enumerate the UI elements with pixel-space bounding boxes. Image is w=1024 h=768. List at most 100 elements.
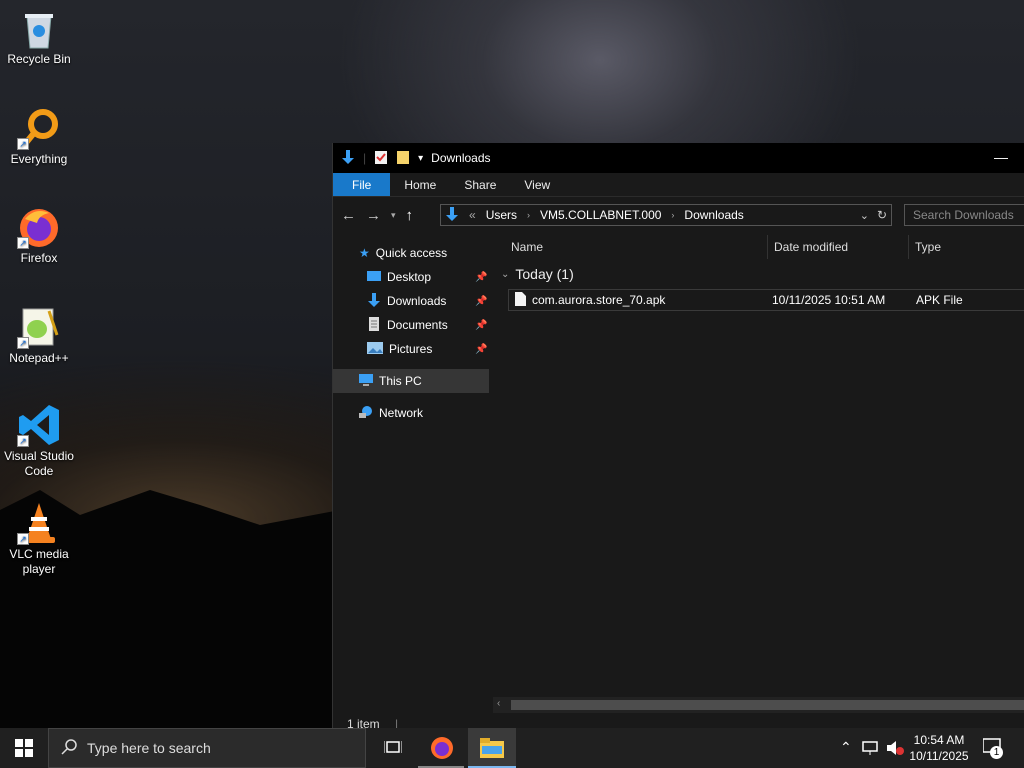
file-explorer-window: | ▾ Downloads — File Home Share View ← →… bbox=[332, 143, 1024, 733]
firefox-icon bbox=[430, 736, 454, 763]
show-hidden-icons-chevron-icon[interactable]: ⌃ bbox=[840, 739, 852, 756]
scroll-left-icon[interactable]: ‹ bbox=[497, 698, 500, 709]
pin-icon[interactable]: 📌 bbox=[475, 344, 487, 355]
properties-icon[interactable] bbox=[374, 149, 388, 168]
desktop-icon-vscode[interactable]: ↗ Visual Studio Code bbox=[0, 403, 78, 479]
volume-muted-icon[interactable] bbox=[886, 740, 904, 759]
separator: | bbox=[363, 151, 367, 165]
title-bar: | ▾ Downloads — bbox=[333, 143, 1024, 173]
navigation-pane: ★ Quick access Desktop 📌 Downloads 📌 Doc… bbox=[333, 235, 489, 723]
desktop-icon-label: Firefox bbox=[20, 251, 58, 265]
download-arrow-icon bbox=[341, 149, 355, 168]
taskbar-file-explorer-button[interactable] bbox=[468, 728, 516, 768]
folder-icon bbox=[480, 738, 504, 761]
sidebar-item-this-pc[interactable]: This PC bbox=[333, 369, 489, 393]
task-view-icon[interactable] bbox=[383, 739, 403, 760]
desktop-icon-recycle-bin[interactable]: Recycle Bin bbox=[0, 6, 78, 67]
desktop-folder-icon bbox=[367, 270, 381, 285]
sidebar-item-label: Downloads bbox=[387, 294, 447, 308]
star-icon: ★ bbox=[359, 246, 370, 260]
column-headers: Name Date modified Type bbox=[493, 235, 1024, 259]
taskbar-firefox-button[interactable] bbox=[418, 728, 464, 768]
sidebar-item-network[interactable]: Network bbox=[333, 401, 489, 425]
breadcrumb-downloads[interactable]: Downloads bbox=[684, 208, 743, 222]
network-status-icon[interactable] bbox=[862, 740, 880, 759]
desktop-icon-firefox[interactable]: ↗ Firefox bbox=[0, 205, 78, 266]
desktop-icon-vlc[interactable]: ↗ VLC media player bbox=[0, 501, 78, 577]
tab-view[interactable]: View bbox=[510, 173, 564, 196]
column-header-date[interactable]: Date modified bbox=[768, 240, 908, 254]
tab-home[interactable]: Home bbox=[390, 173, 450, 196]
desktop-icon-label: Everything bbox=[10, 152, 68, 166]
pin-icon[interactable]: 📌 bbox=[475, 320, 487, 331]
breadcrumb-separator-icon[interactable]: › bbox=[671, 210, 674, 220]
sidebar-item-label: Pictures bbox=[389, 342, 433, 356]
action-center-icon[interactable]: 1 bbox=[982, 738, 1003, 761]
column-header-name[interactable]: Name bbox=[493, 240, 767, 254]
tab-file[interactable]: File bbox=[333, 173, 391, 196]
new-folder-icon[interactable] bbox=[396, 149, 410, 168]
desktop-icon-everything[interactable]: ↗ Everything bbox=[0, 106, 78, 167]
taskbar-search-box[interactable]: Type here to search bbox=[48, 728, 366, 768]
search-icon bbox=[61, 738, 77, 758]
breadcrumb-separator-icon[interactable]: › bbox=[527, 210, 530, 220]
pictures-folder-icon bbox=[367, 341, 383, 357]
notepadpp-icon: ↗ bbox=[17, 305, 61, 349]
up-arrow-icon[interactable]: ↑ bbox=[406, 207, 414, 224]
vscode-icon: ↗ bbox=[17, 403, 61, 447]
windows-start-icon[interactable] bbox=[15, 739, 33, 760]
ribbon-tabs: File Home Share View bbox=[333, 173, 1024, 197]
group-header-today[interactable]: ⌄ Today (1) bbox=[493, 259, 1024, 289]
horizontal-scrollbar[interactable]: ‹ bbox=[493, 697, 1024, 713]
vlc-icon: ↗ bbox=[17, 501, 61, 545]
firefox-icon: ↗ bbox=[17, 205, 61, 249]
sidebar-item-label: This PC bbox=[379, 374, 422, 388]
sidebar-item-downloads[interactable]: Downloads 📌 bbox=[333, 289, 489, 313]
sidebar-item-desktop[interactable]: Desktop 📌 bbox=[333, 265, 489, 289]
breadcrumb-overflow[interactable]: « bbox=[469, 208, 476, 222]
address-bar[interactable]: « Users › VM5.COLLABNET.000 › Downloads … bbox=[440, 204, 892, 226]
search-input[interactable]: Search Downloads bbox=[904, 204, 1024, 226]
scrollbar-thumb[interactable] bbox=[511, 700, 1024, 710]
file-type: APK File bbox=[916, 293, 963, 307]
table-row[interactable]: com.aurora.store_70.apk 10/11/2025 10:51… bbox=[508, 289, 1024, 311]
computer-icon bbox=[359, 373, 373, 389]
sidebar-item-quick-access[interactable]: ★ Quick access bbox=[333, 241, 489, 265]
file-date: 10/11/2025 10:51 AM bbox=[772, 293, 886, 307]
shortcut-arrow-icon: ↗ bbox=[17, 533, 29, 545]
shortcut-arrow-icon: ↗ bbox=[17, 337, 29, 349]
collapse-chevron-icon[interactable]: ⌄ bbox=[501, 269, 509, 280]
sidebar-item-label: Network bbox=[379, 406, 424, 420]
column-header-type[interactable]: Type bbox=[909, 240, 941, 254]
file-icon bbox=[515, 291, 526, 309]
minimize-icon[interactable]: — bbox=[994, 149, 1008, 165]
taskbar: Type here to search ⌃ 10:54 AM 10/11/202… bbox=[0, 728, 1024, 768]
recent-locations-chevron-icon[interactable]: ▾ bbox=[391, 210, 396, 221]
notification-badge: 1 bbox=[990, 746, 1003, 759]
recycle-bin-icon bbox=[17, 6, 61, 50]
shortcut-arrow-icon: ↗ bbox=[17, 138, 29, 150]
clock-date: 10/11/2025 bbox=[909, 749, 969, 763]
sidebar-item-documents[interactable]: Documents 📌 bbox=[333, 313, 489, 337]
quick-access-toolbar-dropdown-icon[interactable]: ▾ bbox=[418, 153, 423, 164]
everything-icon: ↗ bbox=[17, 106, 61, 150]
desktop-icon-label: Recycle Bin bbox=[7, 52, 71, 66]
address-dropdown-icon[interactable]: ⌄ bbox=[860, 209, 869, 222]
tab-share[interactable]: Share bbox=[450, 173, 510, 196]
forward-arrow-icon[interactable]: → bbox=[366, 207, 381, 224]
downloads-folder-icon bbox=[367, 292, 381, 311]
breadcrumb-users[interactable]: Users bbox=[486, 208, 517, 222]
pin-icon[interactable]: 📌 bbox=[475, 296, 487, 307]
refresh-icon[interactable]: ↻ bbox=[877, 208, 887, 222]
sidebar-item-pictures[interactable]: Pictures 📌 bbox=[333, 337, 489, 361]
file-list: Name Date modified Type ⌄ Today (1) com.… bbox=[493, 235, 1024, 705]
desktop-icon-notepadpp[interactable]: ↗ Notepad++ bbox=[0, 305, 78, 366]
desktop-icon-label: VLC media player bbox=[9, 547, 69, 576]
network-icon bbox=[359, 405, 373, 422]
clock[interactable]: 10:54 AM 10/11/2025 bbox=[906, 732, 972, 764]
back-arrow-icon[interactable]: ← bbox=[341, 207, 356, 224]
group-header-label: Today (1) bbox=[515, 266, 574, 282]
breadcrumb-user-folder[interactable]: VM5.COLLABNET.000 bbox=[540, 208, 661, 222]
file-name: com.aurora.store_70.apk bbox=[532, 293, 666, 307]
pin-icon[interactable]: 📌 bbox=[475, 272, 487, 283]
